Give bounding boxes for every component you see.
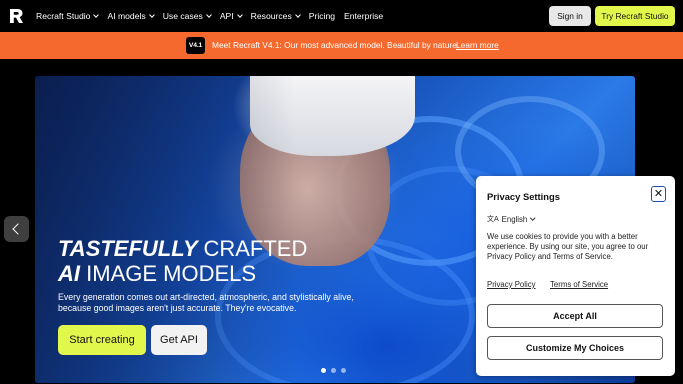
hero-title-light: CRAFTED xyxy=(203,236,308,261)
get-api-button[interactable]: Get API xyxy=(151,325,207,355)
recraft-logo-icon[interactable] xyxy=(9,8,24,24)
privacy-title: Privacy Settings xyxy=(487,191,560,202)
nav-label: Pricing xyxy=(308,11,336,21)
terms-of-service-link[interactable]: Terms of Service xyxy=(550,280,608,289)
nav-label: Use cases xyxy=(162,11,203,21)
carousel-dot[interactable] xyxy=(321,368,326,373)
language-label: English xyxy=(501,214,528,224)
nav-links: Recraft Studio AI models Use cases API R… xyxy=(36,0,392,32)
nav-label: Resources xyxy=(250,11,292,21)
hero-description: Every generation comes out art-directed,… xyxy=(58,292,354,313)
customize-choices-button[interactable]: Customize My Choices xyxy=(487,336,663,360)
try-recraft-studio-button[interactable]: Try Recraft Studio xyxy=(595,6,675,26)
nav-label: API xyxy=(219,11,234,21)
hero-title-light: IMAGE MODELS xyxy=(86,261,257,286)
chevron-down-icon xyxy=(294,11,301,18)
nav-recraft-studio[interactable]: Recraft Studio xyxy=(36,11,100,21)
translate-icon: 文A xyxy=(487,216,499,223)
close-icon: ✕ xyxy=(653,187,664,200)
hero-title-line1: TASTEFULLY CRAFTED xyxy=(58,236,307,262)
chevron-down-icon xyxy=(205,11,212,18)
chevron-down-icon xyxy=(148,11,155,18)
carousel-dot[interactable] xyxy=(331,368,336,373)
nav-label: Recraft Studio xyxy=(36,11,91,21)
learn-more-link[interactable]: Learn more xyxy=(456,40,499,50)
carousel-dot[interactable] xyxy=(341,368,346,373)
chevron-down-icon xyxy=(530,215,536,221)
nav-enterprise[interactable]: Enterprise xyxy=(344,11,383,21)
nav-pricing[interactable]: Pricing xyxy=(309,11,335,21)
privacy-body: We use cookies to provide you with a bet… xyxy=(487,232,649,261)
nav-label: AI models xyxy=(107,11,146,21)
nav-label: Enterprise xyxy=(344,11,384,21)
carousel-prev-button[interactable] xyxy=(4,216,29,242)
sign-in-button[interactable]: Sign in xyxy=(549,6,591,26)
chevron-down-icon xyxy=(236,11,243,18)
nav-api[interactable]: API xyxy=(219,11,243,21)
language-select[interactable]: 文A English xyxy=(487,214,536,224)
nav-use-cases[interactable]: Use cases xyxy=(162,11,212,21)
version-badge: V4.1 xyxy=(186,37,205,54)
top-nav: Recraft Studio AI models Use cases API R… xyxy=(0,0,683,32)
hero-title-bold: AI xyxy=(58,261,80,286)
nav-resources[interactable]: Resources xyxy=(250,11,301,21)
privacy-policy-link[interactable]: Privacy Policy xyxy=(487,280,536,289)
hero-title-line2: AI IMAGE MODELS xyxy=(58,261,256,287)
chevron-left-icon xyxy=(12,223,24,235)
chevron-down-icon xyxy=(93,11,100,18)
start-creating-button[interactable]: Start creating xyxy=(58,325,146,355)
hero-title-bold: TASTEFULLY xyxy=(58,236,198,261)
banner-text: Meet Recraft V4.1: Our most advanced mod… xyxy=(212,40,460,50)
accept-all-button[interactable]: Accept All xyxy=(487,304,663,328)
privacy-settings-dialog: Privacy Settings ✕ 文A English We use coo… xyxy=(476,176,675,376)
close-button[interactable]: ✕ xyxy=(651,186,666,202)
nav-ai-models[interactable]: AI models xyxy=(107,11,155,21)
